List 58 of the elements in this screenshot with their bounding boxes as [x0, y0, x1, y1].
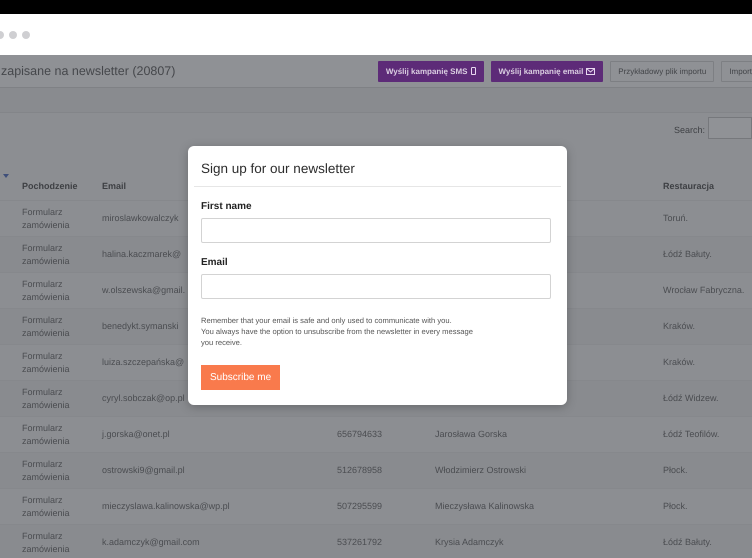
- envelope-icon: [586, 68, 596, 74]
- table-cell: Kraków.: [663, 356, 696, 369]
- column-header[interactable]: Pochodzenie: [18, 168, 98, 200]
- dialog-title: Sign up for our newsletter: [200, 160, 356, 178]
- table-cell-text: Formularz zamówienia: [22, 422, 71, 448]
- send-sms-button[interactable]: Wyślij kampanię SMS: [378, 60, 484, 82]
- table-cell-text: Formularz zamówienia: [22, 314, 71, 340]
- table-cell: mieczyslawa.kalinowska@wp.pl: [102, 500, 230, 513]
- table-cell-text: Formularz zamówienia: [22, 278, 71, 304]
- table-cell-text: Formularz zamówienia: [22, 386, 71, 412]
- table-cell: Łódź Widzew.: [663, 392, 719, 405]
- table-cell-text: Formularz zamówienia: [22, 458, 71, 484]
- sort-icon[interactable]: [3, 174, 9, 178]
- table-cell-text: Formularz zamówienia: [22, 530, 71, 556]
- table-cell: Łódź Bałuty.: [663, 536, 712, 549]
- column-header[interactable]: Restauracja: [659, 168, 752, 200]
- field-label: Email: [201, 257, 228, 268]
- search-field[interactable]: [708, 117, 752, 139]
- table-cell: Jarosława Gorska: [435, 428, 508, 441]
- table-cell: Wrocław Fabryczna.: [663, 284, 744, 297]
- window-dot: [22, 30, 30, 38]
- table-cell: miroslawkowalczyk: [102, 212, 179, 225]
- table-cell: k.adamczyk@gmail.com: [102, 536, 200, 549]
- table-cell-text: Formularz zamówienia: [22, 494, 71, 520]
- table-cell: ostrowski9@gmail.pl: [102, 464, 185, 477]
- table-cell: 507295599: [337, 500, 382, 513]
- table-cell: Płock.: [663, 500, 688, 513]
- table-cell: Toruń.: [663, 212, 688, 225]
- subscribe-button[interactable]: Subscribe me: [201, 365, 280, 390]
- table-cell: Łódź Bałuty.: [663, 248, 712, 261]
- phone-icon: [470, 67, 476, 75]
- send-email-button[interactable]: Wyślij kampanię email: [490, 60, 604, 82]
- window-dot: [9, 30, 17, 38]
- table-cell: 512678958: [337, 464, 382, 477]
- field-label: First name: [201, 201, 252, 212]
- table-cell: 537261792: [337, 536, 382, 549]
- input-field[interactable]: [201, 274, 551, 299]
- import-button[interactable]: Przykładowy plik importu: [610, 60, 714, 82]
- table-cell: 656794633: [337, 428, 382, 441]
- table-cell: Łódź Teofilów.: [663, 428, 720, 441]
- table-cell: w.olszewska@gmail.: [102, 284, 186, 297]
- table-cell: j.gorska@onet.pl: [102, 428, 170, 441]
- table-cell-text: Formularz zamówienia: [22, 242, 71, 268]
- table-cell: luiza.szczepańska@: [102, 356, 184, 369]
- table-cell: Kraków.: [663, 320, 696, 333]
- table-cell: cyryl.sobczak@op.pl: [102, 392, 185, 405]
- table-cell: benedykt.symanski: [102, 320, 179, 333]
- table-cell-text: Formularz zamówienia: [22, 350, 71, 376]
- table-cell-text: Formularz zamówienia: [22, 206, 71, 232]
- table-cell: Mieczysława Kalinowska: [435, 500, 534, 513]
- input-field[interactable]: [201, 218, 551, 243]
- search-label: Search:: [674, 125, 705, 135]
- table-cell: Płock.: [663, 464, 688, 477]
- table-cell: halina.kaczmarek@: [102, 248, 182, 261]
- table-cell: Włodzimierz Ostrowski: [435, 464, 526, 477]
- page-title: zapisane na newsletter (20807): [1, 64, 176, 78]
- table-cell: Krysia Adamczyk: [435, 536, 504, 549]
- import-button[interactable]: Import: [721, 60, 752, 82]
